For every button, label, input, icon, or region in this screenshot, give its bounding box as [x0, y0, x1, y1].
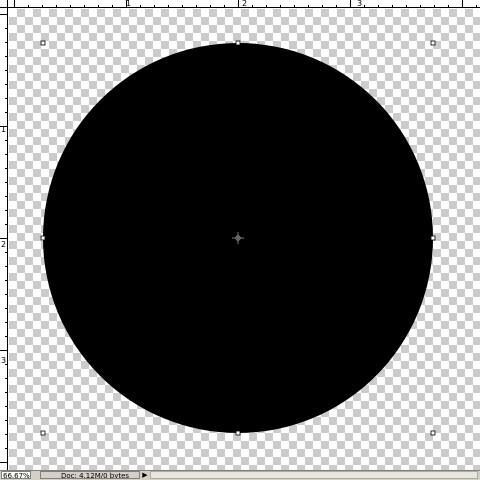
ruler-tick [0, 462, 7, 463]
ruler-tick [168, 5, 169, 7]
ruler-tick [0, 238, 7, 239]
ruler-tick [252, 5, 253, 7]
transform-handle-top-middle[interactable] [235, 40, 241, 46]
ruler-tick [308, 5, 309, 7]
ruler-tick [5, 448, 7, 449]
ruler-tick [5, 322, 7, 323]
ruler-tick [462, 0, 463, 7]
ruler-tick [476, 5, 477, 7]
ruler-top-number-2: 2 [242, 0, 248, 8]
right-triangle-icon[interactable]: ▶ [141, 471, 149, 479]
ruler-left-number-1: 1 [1, 125, 7, 134]
ruler-tick [392, 5, 393, 7]
ruler-tick [5, 378, 7, 379]
ruler-tick [5, 266, 7, 267]
ruler-tick [5, 28, 7, 29]
ruler-tick [5, 182, 7, 183]
ruler-tick [420, 5, 421, 7]
ruler-tick [42, 5, 43, 7]
ruler-tick [0, 126, 7, 127]
ruler-tick [266, 5, 267, 7]
transform-handle-top-right[interactable] [430, 40, 436, 46]
ruler-tick [98, 5, 99, 7]
ruler-top-number-3: 3 [357, 0, 363, 8]
ruler-tick [5, 112, 7, 113]
ruler-tick [5, 392, 7, 393]
transform-handle-top-left[interactable] [40, 40, 46, 46]
ruler-tick [5, 420, 7, 421]
ruler-tick [5, 84, 7, 85]
ruler-tick [350, 0, 351, 7]
ruler-tick [5, 294, 7, 295]
ruler-tick [126, 0, 127, 7]
ruler-tick [5, 98, 7, 99]
ruler-tick [294, 5, 295, 7]
transform-handle-bottom-right[interactable] [430, 430, 436, 436]
ruler-tick [5, 364, 7, 365]
ruler-tick [112, 5, 113, 7]
document-size-info: Doc: 4.12M/0 bytes [40, 471, 140, 479]
ruler-tick [5, 308, 7, 309]
ruler-tick [5, 70, 7, 71]
ruler-tick [140, 5, 141, 7]
transform-handle-middle-left[interactable] [40, 235, 46, 241]
ruler-tick [0, 14, 7, 15]
transform-handle-bottom-middle[interactable] [235, 430, 241, 436]
ruler-tick [5, 336, 7, 337]
ruler-tick [196, 5, 197, 7]
ruler-tick [406, 5, 407, 7]
transform-handle-middle-right[interactable] [430, 235, 436, 241]
ruler-tick [336, 5, 337, 7]
ruler-tick [28, 5, 29, 7]
ruler-left-number-2: 2 [1, 240, 7, 249]
ruler-tick [70, 5, 71, 7]
ruler-tick [5, 56, 7, 57]
ruler-tick [434, 5, 435, 7]
ruler-tick [0, 350, 7, 351]
ruler-tick [5, 196, 7, 197]
ruler-tick [5, 210, 7, 211]
ruler-tick [154, 5, 155, 7]
ruler-tick [5, 168, 7, 169]
ruler-tick [238, 0, 239, 7]
ruler-tick [5, 252, 7, 253]
ruler-tick [210, 5, 211, 7]
vertical-ruler[interactable]: 1 2 3 [0, 8, 8, 470]
transform-handle-bottom-left[interactable] [40, 430, 46, 436]
ruler-tick [322, 5, 323, 7]
zoom-level-field[interactable]: 66.67% [1, 471, 31, 479]
layer-shape[interactable] [9, 9, 480, 470]
ruler-tick [5, 224, 7, 225]
ruler-tick [84, 5, 85, 7]
ruler-tick [224, 5, 225, 7]
horizontal-ruler[interactable]: 1 2 3 [8, 0, 480, 8]
ruler-tick [5, 140, 7, 141]
ruler-tick [5, 154, 7, 155]
horizontal-scrollbar[interactable] [150, 471, 478, 479]
ruler-tick [182, 5, 183, 7]
document-canvas[interactable] [9, 9, 480, 470]
ruler-origin-corner[interactable] [0, 0, 8, 8]
ruler-tick [378, 5, 379, 7]
ruler-tick [5, 434, 7, 435]
ruler-tick [5, 42, 7, 43]
status-bar: 66.67% Doc: 4.12M/0 bytes ▶ [0, 470, 480, 480]
ruler-tick [56, 5, 57, 7]
photoshop-document-window: 1 2 3 1 2 3 66.67% Doc: 4.12M/0 bytes ▶ [0, 0, 480, 480]
ruler-tick [14, 0, 15, 7]
ruler-tick [5, 406, 7, 407]
ruler-tick [364, 5, 365, 7]
ruler-tick [448, 5, 449, 7]
ruler-tick [5, 280, 7, 281]
ruler-tick [280, 5, 281, 7]
